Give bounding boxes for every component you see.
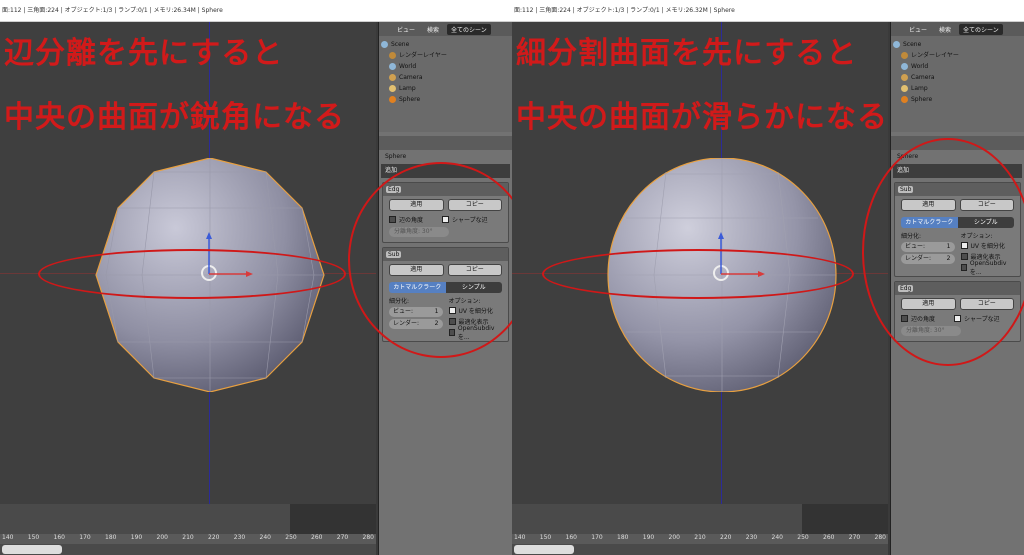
tab-all-scenes[interactable]: 全てのシーン: [447, 23, 491, 35]
camera-icon: [901, 74, 908, 81]
tick-label: 180: [105, 534, 117, 541]
outliner: Scene レンダーレイヤー World Camera Lamp Sphere: [379, 36, 512, 132]
tick-label: 260: [311, 534, 323, 541]
tick-label: 270: [336, 534, 349, 541]
outliner: Scene レンダーレイヤー World Camera Lamp Sphere: [891, 36, 1024, 132]
timeline[interactable]: [512, 504, 888, 534]
right-screenshot: 面:112 | 三角面:224 | オブジェクト:1/3 | ランプ:0/1 |…: [512, 0, 1024, 555]
outliner-item-camera[interactable]: Camera: [381, 72, 510, 83]
world-icon: [901, 63, 908, 70]
tick-label: 150: [539, 534, 552, 541]
tick-label: 240: [259, 534, 271, 541]
lamp-icon: [389, 85, 396, 92]
timeline[interactable]: [0, 504, 376, 534]
search-field[interactable]: [514, 545, 574, 554]
tick-label: 220: [208, 534, 220, 541]
frame-ruler[interactable]: 140 150 160 170 180 190 200 210 220 230 240 250 260 2…: [512, 534, 888, 544]
tick-label: 210: [694, 534, 706, 541]
bottom-bar: [0, 544, 376, 555]
frame-ruler[interactable]: 140 150 160 170 180 190 200 210 220 230 240 250 260 2…: [0, 534, 376, 544]
scene-icon: [381, 41, 388, 48]
tick-label: 200: [668, 534, 680, 541]
outliner-tabs: ビュー 検索 全てのシーン: [891, 22, 1024, 36]
annotation-line-1: 辺分離を先にすると: [4, 36, 284, 71]
status-bar: 面:112 | 三角面:224 | オブジェクト:1/3 | ランプ:0/1 |…: [512, 0, 1024, 22]
outliner-item-scene[interactable]: Scene: [893, 39, 1022, 50]
tick-label: 170: [591, 534, 603, 541]
tick-label: 280: [362, 534, 374, 541]
tick-label: 160: [565, 534, 577, 541]
outliner-item-sphere[interactable]: Sphere: [381, 94, 510, 105]
bottom-bar: [512, 544, 888, 555]
tick-label: 250: [797, 534, 809, 541]
tick-label: 230: [745, 534, 758, 541]
renderlayer-icon: [389, 52, 396, 59]
tab-search[interactable]: 検索: [423, 24, 443, 35]
tick-label: 200: [156, 534, 168, 541]
scene-icon: [893, 41, 900, 48]
left-screenshot: 面:112 | 三角面:224 | オブジェクト:1/3 | ランプ:0/1 |…: [0, 0, 512, 555]
highlight-circle: [862, 138, 1024, 366]
tick-label: 270: [848, 534, 861, 541]
tick-label: 140: [514, 534, 526, 541]
status-bar: 面:112 | 三角面:224 | オブジェクト:1/3 | ランプ:0/1 |…: [0, 0, 512, 22]
tab-search[interactable]: 検索: [935, 24, 955, 35]
tick-label: 260: [823, 534, 835, 541]
tick-label: 280: [874, 534, 886, 541]
tick-label: 150: [27, 534, 40, 541]
outliner-item-lamp[interactable]: Lamp: [381, 83, 510, 94]
annotation-line-1: 細分割曲面を先にすると: [516, 36, 858, 71]
tick-label: 250: [285, 534, 297, 541]
lamp-icon: [901, 85, 908, 92]
outliner-item-renderlayer[interactable]: レンダーレイヤー: [893, 50, 1022, 61]
outliner-item-world[interactable]: World: [893, 61, 1022, 72]
annotation-line-2: 中央の曲面が滑らかになる: [516, 100, 888, 135]
renderlayer-icon: [901, 52, 908, 59]
tick-label: 170: [79, 534, 91, 541]
tick-label: 240: [771, 534, 783, 541]
highlight-ellipse: [542, 249, 854, 299]
tick-label: 230: [233, 534, 246, 541]
annotation-line-2: 中央の曲面が鋭角になる: [4, 100, 345, 135]
outliner-tabs: ビュー 検索 全てのシーン: [379, 22, 512, 36]
outliner-item-lamp[interactable]: Lamp: [893, 83, 1022, 94]
world-icon: [389, 63, 396, 70]
tick-label: 190: [130, 534, 143, 541]
tab-all-scenes[interactable]: 全てのシーン: [959, 23, 1003, 35]
sphere-icon: [389, 96, 396, 103]
sphere-icon: [901, 96, 908, 103]
outliner-item-world[interactable]: World: [381, 61, 510, 72]
camera-icon: [389, 74, 396, 81]
tick-label: 190: [642, 534, 655, 541]
outliner-item-camera[interactable]: Camera: [893, 72, 1022, 83]
properties-tabs[interactable]: [379, 136, 512, 150]
tick-label: 140: [2, 534, 14, 541]
tick-label: 180: [617, 534, 629, 541]
outliner-item-sphere[interactable]: Sphere: [893, 94, 1022, 105]
search-field[interactable]: [2, 545, 62, 554]
outliner-item-scene[interactable]: Scene: [381, 39, 510, 50]
tick-label: 160: [53, 534, 65, 541]
highlight-ellipse: [38, 249, 346, 299]
tab-view[interactable]: ビュー: [393, 24, 419, 35]
outliner-item-renderlayer[interactable]: レンダーレイヤー: [381, 50, 510, 61]
tab-view[interactable]: ビュー: [905, 24, 931, 35]
tick-label: 220: [720, 534, 732, 541]
tick-label: 210: [182, 534, 194, 541]
